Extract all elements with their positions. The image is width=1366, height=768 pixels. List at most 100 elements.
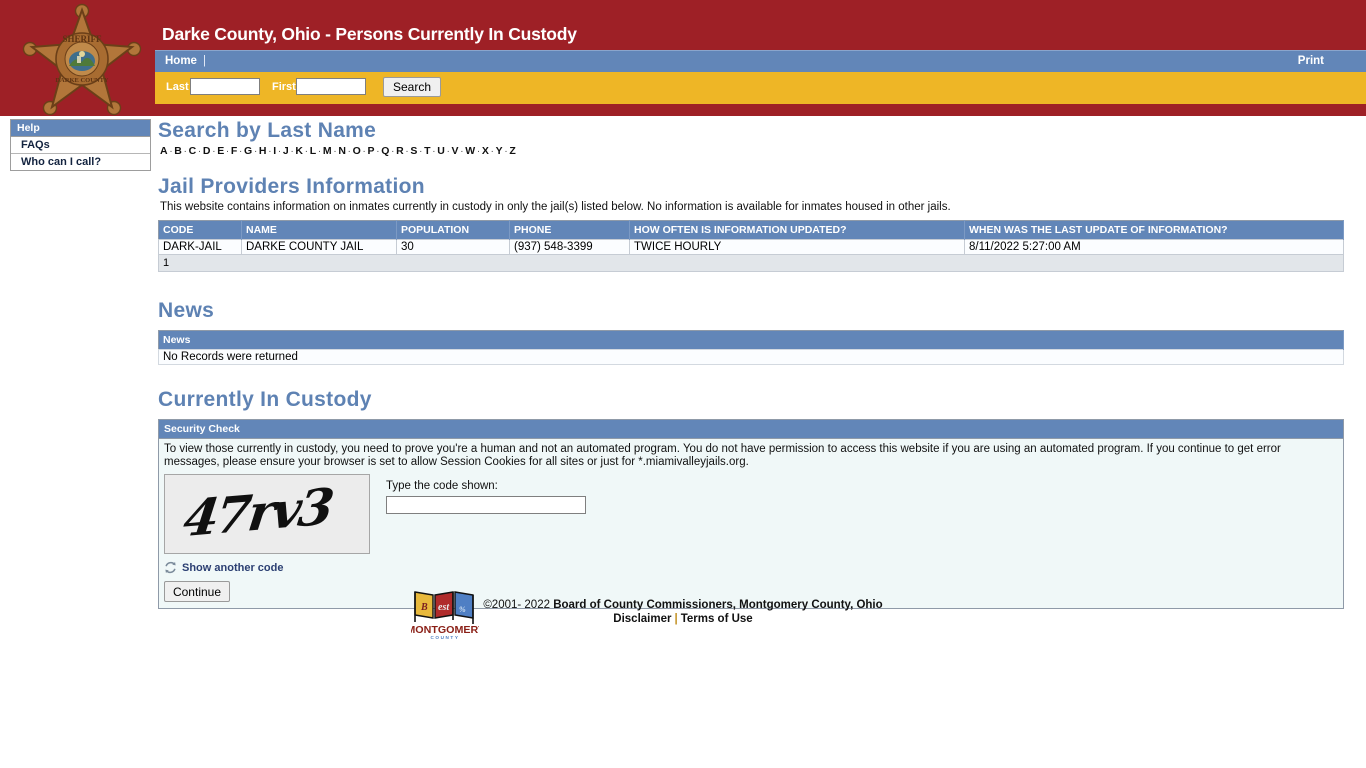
alphabet-separator: · <box>212 145 217 157</box>
col-population: POPULATION <box>396 220 510 240</box>
alphabet-separator: · <box>504 145 509 157</box>
cell-population: 30 <box>396 239 510 255</box>
last-name-input[interactable] <box>190 78 260 95</box>
table-row: No Records were returned <box>158 349 1344 365</box>
col-name: NAME <box>241 220 397 240</box>
alphabet-separator: · <box>490 145 495 157</box>
alphabet-link-y[interactable]: Y <box>496 145 504 157</box>
cell-code: DARK-JAIL <box>158 239 242 255</box>
alphabet-link-z[interactable]: Z <box>509 145 516 157</box>
terms-of-use-link[interactable]: Terms of Use <box>681 613 753 625</box>
alphabet-separator: · <box>333 145 338 157</box>
security-check-message: To view those currently in custody, you … <box>164 443 1281 468</box>
alphabet-link-n[interactable]: N <box>338 145 346 157</box>
site-header: SHERIFF DARKE COUNTY Darke County, Ohio … <box>0 0 1366 116</box>
alphabet-separator: · <box>225 145 230 157</box>
alphabet-link-m[interactable]: M <box>323 145 332 157</box>
alphabet-link-e[interactable]: E <box>217 145 225 157</box>
nav-home-link[interactable]: Home <box>165 55 197 67</box>
copyright-organization: Board of County Commissioners, Montgomer… <box>553 599 883 611</box>
copyright-prefix: ©2001- 2022 <box>483 599 554 611</box>
alphabet-index: A·B·C·D·E·F·G·H·I·J·K·L·M·N·O·P·Q·R·S·T·… <box>160 145 1346 157</box>
sidebar-heading: Help <box>11 120 150 137</box>
svg-text:B: B <box>420 602 428 613</box>
alphabet-separator: · <box>268 145 273 157</box>
alphabet-link-c[interactable]: C <box>189 145 197 157</box>
security-check-heading: Security Check <box>159 420 1343 439</box>
footer-links: Disclaimer | Terms of Use <box>483 613 882 625</box>
refresh-circular-arrows-icon <box>165 561 176 574</box>
montgomery-county-flags-logo: B est % MONTGOMERY COUNTY <box>407 588 485 640</box>
copyright-line: ©2001- 2022 Board of County Commissioner… <box>483 585 882 611</box>
main-content: Search by Last Name A·B·C·D·E·F·G·H·I·J·… <box>158 118 1346 609</box>
alphabet-separator: · <box>290 145 295 157</box>
security-check-panel: Security Check To view those currently i… <box>158 419 1344 609</box>
cell-last-update: 8/11/2022 5:27:00 AM <box>964 239 1344 255</box>
alphabet-separator: · <box>197 145 202 157</box>
alphabet-separator: · <box>376 145 381 157</box>
alphabet-link-j[interactable]: J <box>283 145 289 157</box>
captcha-image: 47rv3 <box>164 474 370 554</box>
alphabet-link-o[interactable]: O <box>353 145 362 157</box>
security-check-body: To view those currently in custody, you … <box>159 439 1343 608</box>
svg-text:SHERIFF: SHERIFF <box>62 34 102 44</box>
alphabet-link-k[interactable]: K <box>295 145 303 157</box>
sidebar-item-who-can-i-call[interactable]: Who can I call? <box>11 154 150 170</box>
svg-text:est: est <box>438 602 450 613</box>
alphabet-link-x[interactable]: X <box>482 145 490 157</box>
alphabet-separator: · <box>405 145 410 157</box>
alphabet-separator: · <box>446 145 451 157</box>
table-header-row: CODE NAME POPULATION PHONE HOW OFTEN IS … <box>158 220 1344 240</box>
currently-in-custody-title: Currently In Custody <box>158 388 372 411</box>
captcha-row: 47rv3 Type the code shown: <box>164 474 1338 554</box>
search-button[interactable]: Search <box>383 77 441 97</box>
news-empty-message: No Records were returned <box>158 349 1344 365</box>
table-pager-row: 1 <box>158 254 1344 272</box>
alphabet-link-t[interactable]: T <box>424 145 431 157</box>
alphabet-separator: · <box>169 145 174 157</box>
alphabet-separator: · <box>347 145 352 157</box>
site-footer: B est % MONTGOMERY COUNTY ©2001- 2022 Bo… <box>0 585 1366 640</box>
alphabet-separator: · <box>317 145 322 157</box>
news-title: News <box>158 299 215 322</box>
alphabet-link-h[interactable]: H <box>259 145 267 157</box>
alphabet-link-w[interactable]: W <box>465 145 476 157</box>
col-news: News <box>158 330 1344 350</box>
first-name-input[interactable] <box>296 78 366 95</box>
alphabet-separator: · <box>183 145 188 157</box>
sidebar-item-faqs[interactable]: FAQs <box>11 137 150 154</box>
disclaimer-link[interactable]: Disclaimer <box>613 613 671 625</box>
alphabet-link-l[interactable]: L <box>310 145 317 157</box>
alphabet-link-p[interactable]: P <box>368 145 376 157</box>
alphabet-link-q[interactable]: Q <box>381 145 390 157</box>
alphabet-link-u[interactable]: U <box>437 145 445 157</box>
alphabet-link-g[interactable]: G <box>244 145 253 157</box>
alphabet-link-i[interactable]: I <box>273 145 277 157</box>
alphabet-link-b[interactable]: B <box>174 145 182 157</box>
alphabet-link-v[interactable]: V <box>452 145 460 157</box>
cell-how-often: TWICE HOURLY <box>629 239 965 255</box>
alphabet-separator: · <box>304 145 309 157</box>
nav-print-link[interactable]: Print <box>1298 55 1324 67</box>
alphabet-link-a[interactable]: A <box>160 145 168 157</box>
alphabet-link-d[interactable]: D <box>203 145 211 157</box>
alphabet-separator: · <box>432 145 437 157</box>
alphabet-link-r[interactable]: R <box>396 145 404 157</box>
show-another-code-row[interactable]: Show another code <box>164 561 368 574</box>
alphabet-separator: · <box>419 145 424 157</box>
svg-text:DARKE COUNTY: DARKE COUNTY <box>55 77 109 84</box>
table-header-row: News <box>158 330 1344 350</box>
nav-left-group: Home | <box>165 55 212 67</box>
show-another-code-link[interactable]: Show another code <box>182 562 283 574</box>
svg-text:COUNTY: COUNTY <box>431 635 460 640</box>
col-phone: PHONE <box>509 220 630 240</box>
alphabet-separator: · <box>460 145 465 157</box>
search-by-last-name-title: Search by Last Name <box>158 119 377 142</box>
alphabet-link-s[interactable]: S <box>410 145 418 157</box>
captcha-code-input[interactable] <box>386 496 586 514</box>
pager-page-number[interactable]: 1 <box>158 254 1344 272</box>
alphabet-link-f[interactable]: F <box>231 145 238 157</box>
col-how-often: HOW OFTEN IS INFORMATION UPDATED? <box>629 220 965 240</box>
news-table: News No Records were returned <box>158 330 1344 365</box>
nav-separator: | <box>202 55 206 67</box>
